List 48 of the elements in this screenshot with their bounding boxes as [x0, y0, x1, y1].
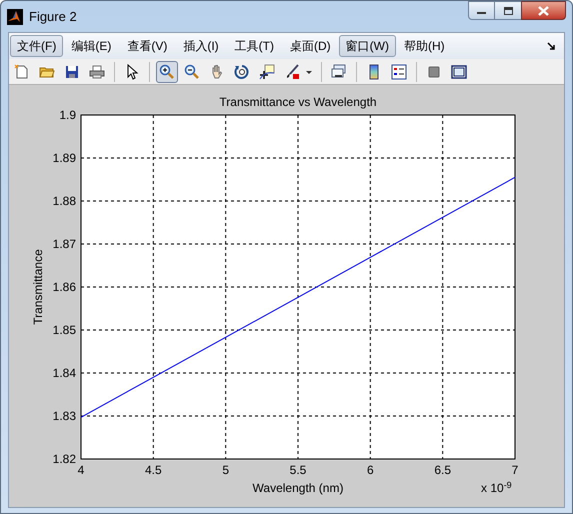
minimize-button[interactable] — [468, 1, 495, 20]
brush-icon — [284, 64, 300, 80]
save-icon — [64, 64, 80, 80]
square-icon — [426, 64, 442, 80]
undock-arrow-icon[interactable] — [547, 42, 555, 50]
linked-plot-icon — [331, 64, 347, 80]
zoom-out-icon — [184, 64, 200, 80]
y-tick-label: 1.85 — [52, 323, 76, 337]
menu-item[interactable]: 插入(I) — [175, 35, 227, 57]
menu-item[interactable]: 窗口(W) — [338, 35, 396, 57]
window-title: Figure 2 — [29, 8, 77, 26]
close-button[interactable] — [521, 1, 566, 20]
y-tick-label: 1.89 — [52, 151, 76, 165]
y-tick-label: 1.9 — [59, 108, 76, 122]
y-tick-label: 1.83 — [52, 409, 76, 423]
zoom-in-icon — [159, 64, 175, 80]
x-tick-label: 6.5 — [434, 463, 451, 477]
maximize-icon — [504, 6, 512, 14]
y-tick-label: 1.82 — [52, 452, 76, 466]
x-tick-label: 4.5 — [145, 463, 162, 477]
x-axis-label: Wavelength (nm) — [252, 481, 344, 495]
rotate-icon — [234, 64, 250, 80]
app-logo-icon — [7, 8, 23, 24]
x-tick-label: 4 — [78, 463, 84, 477]
chart-title: Transmittance vs Wavelength — [219, 95, 377, 109]
menu-item[interactable]: 文件(F) — [10, 35, 64, 57]
maximize-button[interactable] — [495, 1, 521, 20]
close-icon — [538, 6, 549, 16]
menu-item[interactable]: 桌面(D) — [282, 35, 339, 57]
data-cursor-icon — [259, 64, 275, 80]
plot-tools-icon — [451, 64, 467, 80]
menu-item[interactable]: 帮助(H) — [396, 35, 453, 57]
y-tick-label: 1.84 — [52, 366, 76, 380]
y-tick-label: 1.86 — [52, 280, 76, 294]
y-tick-label: 1.87 — [52, 237, 76, 251]
legend-icon — [391, 64, 407, 80]
printer-icon — [89, 64, 105, 80]
x-tick-label: 5 — [222, 463, 229, 477]
y-tick-label: 1.88 — [52, 194, 76, 208]
menu-item[interactable]: 编辑(E) — [63, 35, 120, 57]
x-tick-label: 7 — [512, 463, 518, 477]
menu-item[interactable]: 工具(T) — [226, 35, 282, 57]
menu-item[interactable]: 查看(V) — [119, 35, 176, 57]
new-file-icon — [14, 64, 30, 80]
x-tick-label: 5.5 — [290, 463, 306, 477]
axis-exponent: x 10$^{-9}$ — [481, 479, 512, 497]
x-tick-label: 6 — [367, 463, 374, 477]
y-axis-label: Transmittance — [31, 249, 45, 325]
